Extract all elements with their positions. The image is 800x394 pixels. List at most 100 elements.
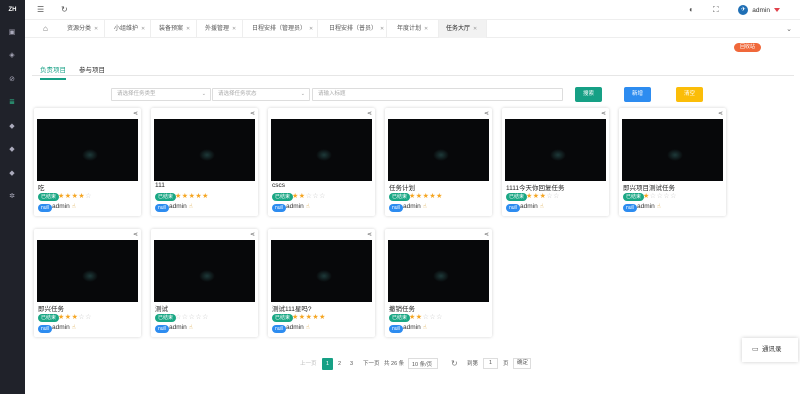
- tab-task-hall[interactable]: 任务大厅 ✕: [439, 20, 487, 38]
- rating-stars: ★★★☆☆: [526, 192, 560, 201]
- share-icon[interactable]: ⋖: [484, 110, 489, 117]
- page-number[interactable]: 2: [338, 358, 341, 370]
- tab-responsible-projects[interactable]: 负责项目: [40, 64, 66, 80]
- add-button[interactable]: 新增: [624, 87, 651, 102]
- share-icon[interactable]: ⋖: [367, 231, 372, 238]
- task-card[interactable]: ⋖ 1111今天你回复任务 已结束 ★★★☆☆ null admin ☝: [502, 108, 609, 216]
- search-button[interactable]: 搜索: [575, 87, 602, 102]
- goto-label: 到第: [467, 361, 479, 367]
- fullscreen-icon[interactable]: ⛶: [713, 5, 719, 15]
- list-icon[interactable]: ≣: [8, 99, 16, 107]
- task-card[interactable]: ⋖ 测试 已结束 ☆☆☆☆☆ null admin ☝: [151, 229, 258, 337]
- share-icon[interactable]: ⋖: [133, 110, 138, 117]
- thumbs-icon: ☝: [189, 325, 193, 331]
- thumbs-icon: ☝: [423, 204, 427, 210]
- close-icon[interactable]: ✕: [232, 26, 236, 32]
- task-status-select[interactable]: 请选择任务状态 ⌄: [212, 88, 310, 101]
- tab-external-aid[interactable]: 外援管理 ✕: [197, 20, 243, 38]
- share-icon[interactable]: ⋖: [718, 110, 723, 117]
- share-icon[interactable]: ⋖: [601, 110, 606, 117]
- share-icon[interactable]: ⋖: [367, 110, 372, 117]
- owner-name: admin: [169, 324, 187, 331]
- contacts-widget[interactable]: ▭ 通讯录: [742, 338, 798, 362]
- refresh-icon[interactable]: ↻: [61, 5, 68, 15]
- rating-stars: ★★★☆☆: [58, 313, 92, 322]
- star-icon: ★: [409, 314, 416, 321]
- prev-page-button[interactable]: 上一页: [300, 358, 317, 370]
- tab-equipment-plan[interactable]: 装备预案 ✕: [151, 20, 197, 38]
- share-icon[interactable]: ⋖: [250, 110, 255, 117]
- rating-stars: ★★☆☆☆: [292, 192, 326, 201]
- tag-badge: null: [506, 204, 520, 212]
- task-card[interactable]: ⋖ 111 已结束 ★★★★★ null admin ☝: [151, 108, 258, 216]
- settings-icon[interactable]: ⊘: [8, 76, 16, 84]
- task-card[interactable]: ⋖ cscs 已结束 ★★☆☆☆ null admin ☝: [268, 108, 375, 216]
- card-thumbnail: [622, 119, 723, 181]
- page-number[interactable]: 1: [322, 358, 333, 370]
- page-size-select[interactable]: 10 条/页: [408, 358, 438, 369]
- close-icon[interactable]: ✕: [424, 26, 428, 32]
- project-tabs: 负责项目 参与项目: [32, 60, 794, 80]
- close-icon[interactable]: ✕: [473, 26, 477, 32]
- chevron-down-icon[interactable]: ⌄: [786, 25, 792, 33]
- theme-icon[interactable]: ◐: [689, 5, 694, 15]
- tag-icon[interactable]: ◆: [8, 170, 16, 178]
- dashboard-icon[interactable]: ▣: [8, 29, 16, 37]
- refresh-icon[interactable]: ↻: [451, 358, 458, 370]
- clear-button[interactable]: 清空: [676, 87, 703, 102]
- next-page-button[interactable]: 下一页: [363, 358, 380, 370]
- layers-icon[interactable]: ◈: [8, 52, 16, 60]
- close-icon[interactable]: ✕: [186, 26, 190, 32]
- title-input[interactable]: 请输入标题: [312, 88, 563, 101]
- star-icon: ☆: [319, 193, 326, 200]
- star-icon: ★: [202, 193, 209, 200]
- star-icon: ☆: [202, 314, 209, 321]
- tab-annual-plan[interactable]: 年度计划 ✕: [387, 20, 439, 38]
- tab-resource-category[interactable]: 资源分类 ✕: [59, 20, 105, 38]
- home-icon[interactable]: ⌂: [43, 24, 53, 34]
- tag-icon[interactable]: ◆: [8, 123, 16, 131]
- task-card[interactable]: ⋖ 即兴项目测试任务 已结束 ★☆☆☆☆ null admin ☝: [619, 108, 726, 216]
- task-card[interactable]: ⋖ 任务计划 已结束 ★★★★★ null admin ☝: [385, 108, 492, 216]
- tag-badge: null: [389, 325, 403, 333]
- goto-confirm-button[interactable]: 确定: [513, 358, 531, 369]
- close-icon[interactable]: ✕: [309, 26, 313, 32]
- tag-badge: null: [38, 204, 52, 212]
- close-icon[interactable]: ✕: [94, 26, 98, 32]
- owner-name: admin: [52, 203, 70, 210]
- tab-schedule-staff[interactable]: 日程安排（普员） ✕: [318, 20, 387, 38]
- star-icon: ★: [409, 193, 416, 200]
- tag-icon[interactable]: ◆: [8, 146, 16, 154]
- goto-page-input[interactable]: 1: [483, 358, 498, 369]
- gear-icon[interactable]: ✲: [8, 193, 16, 201]
- status-badge: 已结束: [38, 314, 60, 322]
- tab-schedule-admin[interactable]: 日程安排（管理员） ✕: [243, 20, 318, 38]
- menu-toggle-icon[interactable]: ☰: [37, 5, 44, 15]
- close-icon[interactable]: ✕: [380, 26, 384, 32]
- thumbs-icon: ☝: [657, 204, 661, 210]
- share-icon[interactable]: ⋖: [133, 231, 138, 238]
- tag-badge: null: [155, 204, 169, 212]
- page-number[interactable]: 3: [350, 358, 353, 370]
- task-card[interactable]: ⋖ 测试111星吗? 已结束 ★★★★★ null admin ☝: [268, 229, 375, 337]
- task-card[interactable]: ⋖ 即兴任务 已结束 ★★★☆☆ null admin ☝: [34, 229, 141, 337]
- rating-stars: ★★☆☆☆: [409, 313, 443, 322]
- task-type-select[interactable]: 请选择任务类型 ⌄: [111, 88, 211, 101]
- star-icon: ☆: [181, 314, 189, 321]
- task-card[interactable]: ⋖ 吃已结束 ★★★★☆ null admin ☝: [34, 108, 141, 216]
- recycle-bin-button[interactable]: 回收站: [734, 43, 761, 52]
- tab-participating-projects[interactable]: 参与项目: [79, 64, 105, 74]
- star-icon: ☆: [649, 193, 657, 200]
- star-icon: ★: [319, 314, 326, 321]
- username: admin: [752, 6, 770, 14]
- tab-group-maintenance[interactable]: 小组维护 ✕: [105, 20, 151, 38]
- card-title: 测试: [155, 306, 168, 313]
- status-badge: 已结束: [389, 193, 411, 201]
- task-card[interactable]: ⋖ 撤销任务 已结束 ★★☆☆☆ null admin ☝: [385, 229, 492, 337]
- close-icon[interactable]: ✕: [141, 26, 145, 32]
- share-icon[interactable]: ⋖: [484, 231, 489, 238]
- status-badge: 已结束: [38, 193, 60, 201]
- chevron-down-icon: ⌄: [201, 91, 206, 97]
- share-icon[interactable]: ⋖: [250, 231, 255, 238]
- user-menu[interactable]: ✈ admin: [738, 5, 780, 15]
